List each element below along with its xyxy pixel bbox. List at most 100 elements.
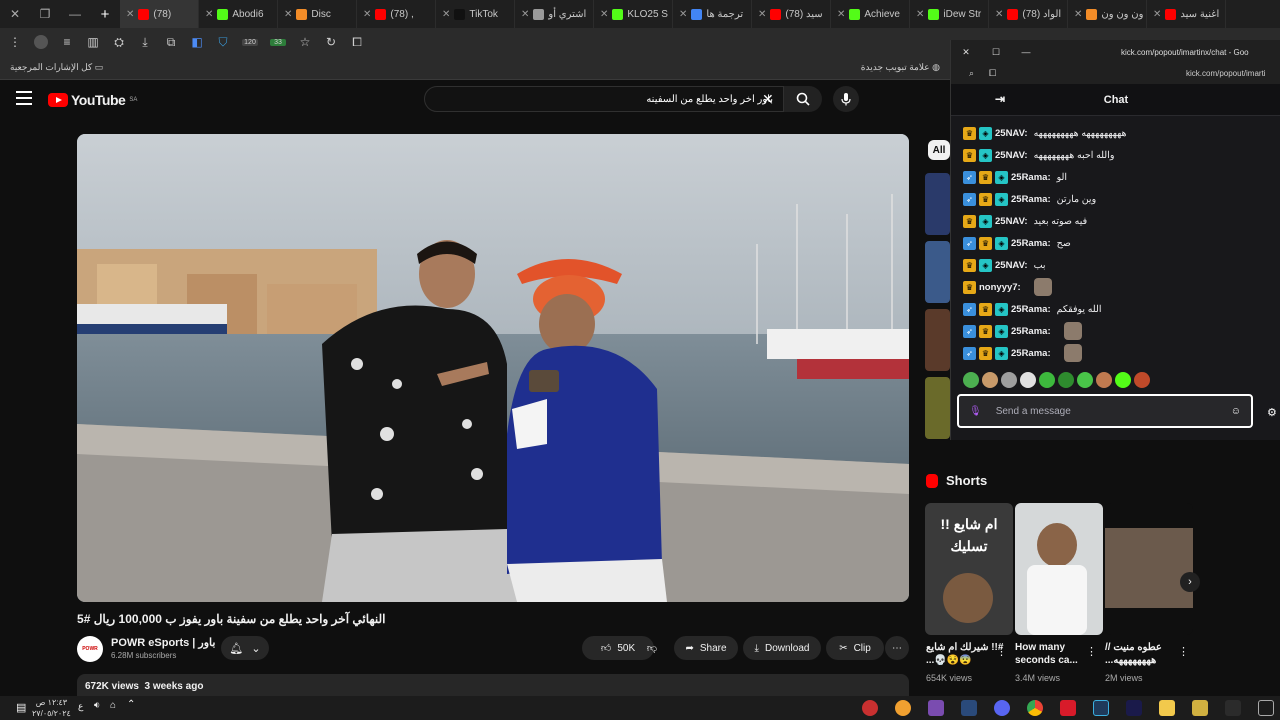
close-tab-icon[interactable]: ✕	[363, 9, 371, 20]
chat-settings-icon[interactable]: ⚙	[1267, 406, 1277, 419]
dislike-button[interactable]: 👎︎	[637, 636, 667, 660]
chat-username[interactable]: 25Rama:	[1011, 194, 1051, 205]
reading-list-icon[interactable]: ≡	[60, 35, 74, 49]
short-thumbnail[interactable]: ام شايع !! تسليك	[925, 503, 1013, 635]
short-thumbnail[interactable]	[1105, 503, 1193, 635]
new-tab-bookmark[interactable]: علامة تبويب جديدة ◍	[861, 62, 940, 73]
restore-popup-icon[interactable]: ☐	[981, 47, 1011, 58]
shield-icon[interactable]: ⛉	[216, 35, 230, 50]
chat-username[interactable]: 25NAV:	[995, 128, 1028, 139]
refresh-icon[interactable]: ↻	[324, 35, 338, 49]
subscriber-badge-icon[interactable]: ◈	[995, 192, 1008, 206]
short-menu-icon[interactable]: ⋮	[1178, 645, 1189, 658]
close-tab-icon[interactable]: ✕	[600, 9, 608, 20]
close-tab-icon[interactable]: ✕	[442, 9, 450, 20]
zoom-icon[interactable]: ⌕	[969, 68, 974, 79]
subscriber-badge-icon[interactable]: ◈	[995, 236, 1008, 250]
chat-username[interactable]: 25NAV:	[995, 150, 1028, 161]
system-clock[interactable]: ١٢:٤٣ ص ٢٧/٠٥/٢٠٢٤	[32, 697, 71, 719]
app-icon[interactable]	[1093, 700, 1109, 716]
crown-badge-icon[interactable]: ♛	[963, 126, 976, 140]
recommended-thumbnail[interactable]	[925, 309, 950, 371]
menu-kebab-icon[interactable]: ⋮	[8, 35, 22, 49]
quick-emote-icon[interactable]	[1058, 372, 1074, 388]
browser-tab[interactable]: ✕ Abodi6	[199, 0, 278, 28]
cast-icon[interactable]: ⧠	[350, 35, 364, 50]
close-popup-icon[interactable]: ✕	[951, 47, 981, 58]
sidebar-icon[interactable]: ▥	[86, 35, 100, 49]
volume-icon[interactable]: 🔉︎	[94, 700, 100, 711]
after-effects-icon[interactable]	[1126, 700, 1142, 716]
youtube-logo[interactable]: YouTube SA	[48, 92, 137, 108]
chat-username[interactable]: 25Rama:	[1011, 238, 1051, 249]
start-icon[interactable]	[1258, 700, 1274, 716]
collapse-chat-icon[interactable]: ⇥	[995, 92, 1005, 106]
notification-bell-button[interactable]: 🔔︎ ⌄	[221, 636, 269, 660]
new-tab-button[interactable]: +	[90, 0, 120, 28]
crown-badge-icon[interactable]: ♛	[979, 346, 992, 360]
chat-username[interactable]: nonyyy7:	[979, 282, 1021, 293]
download-icon[interactable]: ⤓	[138, 35, 152, 50]
subscriber-badge-icon[interactable]: ◈	[979, 214, 992, 228]
gift-badge-icon[interactable]: ➶	[963, 324, 976, 338]
quick-emote-icon[interactable]	[982, 372, 998, 388]
channel-avatar[interactable]: POWR	[77, 636, 103, 662]
quick-emote-icon[interactable]	[1020, 372, 1036, 388]
extension-badge-33[interactable]: 33	[270, 38, 286, 46]
subscriber-badge-icon[interactable]: ◈	[979, 126, 992, 140]
quick-emote-icon[interactable]	[1115, 372, 1131, 388]
extensions-puzzle-icon[interactable]: ⧉	[164, 35, 178, 50]
crown-badge-icon[interactable]: ♛	[979, 324, 992, 338]
chrome-icon[interactable]	[1027, 700, 1043, 716]
channel-name[interactable]: POWR eSports | باور	[111, 636, 215, 649]
chevron-right-icon[interactable]: ›	[1180, 572, 1200, 592]
search-button[interactable]	[784, 86, 822, 112]
short-thumbnail[interactable]	[1015, 503, 1103, 635]
crown-badge-icon[interactable]: ♛	[963, 258, 976, 272]
close-tab-icon[interactable]: ✕	[679, 9, 687, 20]
extension-badge-120[interactable]: 120	[242, 38, 258, 46]
steam-icon[interactable]	[961, 700, 977, 716]
quick-emote-icon[interactable]	[1039, 372, 1055, 388]
video-player[interactable]	[77, 134, 909, 602]
microphone-icon[interactable]: 🎙︎	[969, 406, 982, 417]
short-title[interactable]: #!! شيرلك ام شايع 😨😵💀...	[926, 641, 1006, 667]
browser-tab[interactable]: ✕ اشتري أو	[515, 0, 594, 28]
browser-tab[interactable]: ✕ (78)	[120, 0, 199, 28]
minimize-window-icon[interactable]: —	[60, 0, 90, 28]
short-menu-icon[interactable]: ⋮	[1086, 645, 1097, 658]
gift-badge-icon[interactable]: ➶	[963, 170, 976, 184]
chat-username[interactable]: 25NAV:	[995, 260, 1028, 271]
chat-message-input[interactable]: 🎙︎ Send a message ☺	[957, 394, 1253, 428]
more-actions-button[interactable]: ⋯	[885, 636, 909, 660]
download-button[interactable]: ⤓ Download	[743, 636, 821, 660]
clear-search-icon[interactable]: ✕	[762, 91, 774, 108]
bookmark-star-icon[interactable]: ☆	[298, 35, 312, 49]
crown-badge-icon[interactable]: ♛	[963, 148, 976, 162]
browser-tab[interactable]: ✕ ون ون ون	[1068, 0, 1147, 28]
crown-badge-icon[interactable]: ♛	[963, 214, 976, 228]
restore-window-icon[interactable]: ❐	[30, 0, 60, 28]
close-tab-icon[interactable]: ✕	[1153, 9, 1161, 20]
subscriber-badge-icon[interactable]: ◈	[995, 302, 1008, 316]
close-tab-icon[interactable]: ✕	[284, 9, 292, 20]
subscriber-badge-icon[interactable]: ◈	[995, 346, 1008, 360]
app-icon[interactable]	[895, 700, 911, 716]
app-icon[interactable]	[1060, 700, 1076, 716]
browser-tab[interactable]: ✕ (78) سيد	[752, 0, 831, 28]
chat-username[interactable]: 25Rama:	[1011, 348, 1051, 359]
browser-tab[interactable]: ✕ (78) الواد	[989, 0, 1068, 28]
close-tab-icon[interactable]: ✕	[916, 9, 924, 20]
share-button[interactable]: ➦ Share	[674, 636, 738, 660]
subscriber-badge-icon[interactable]: ◈	[979, 148, 992, 162]
chat-username[interactable]: 25Rama:	[1011, 326, 1051, 337]
minimize-popup-icon[interactable]: —	[1011, 47, 1041, 57]
all-bookmarks-folder[interactable]: كل الإشارات المرجعية ▭	[10, 62, 103, 73]
gift-badge-icon[interactable]: ➶	[963, 236, 976, 250]
language-indicator[interactable]: ع	[78, 701, 83, 712]
chat-username[interactable]: 25NAV:	[995, 216, 1028, 227]
close-tab-icon[interactable]: ✕	[1074, 9, 1082, 20]
quick-emote-icon[interactable]	[1134, 372, 1150, 388]
close-tab-icon[interactable]: ✕	[837, 9, 845, 20]
close-window-icon[interactable]: ✕	[0, 0, 30, 28]
